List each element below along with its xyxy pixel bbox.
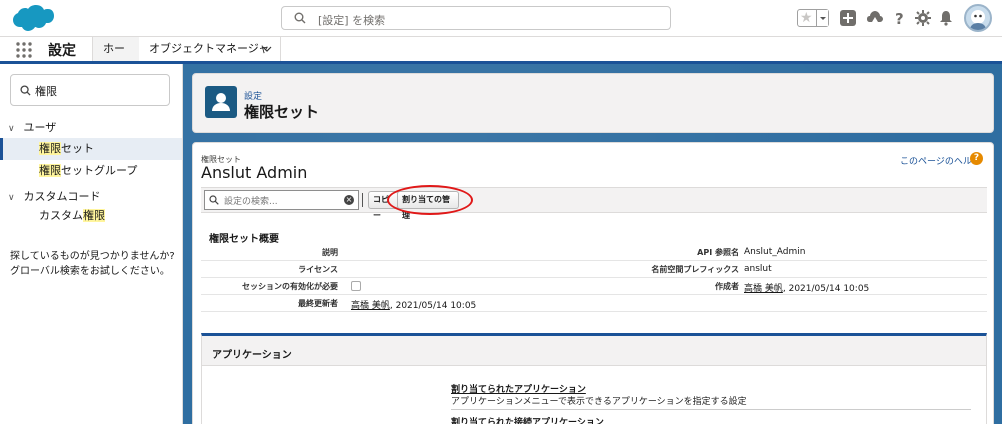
assigned-connected-apps-link[interactable]: 割り当てられた接続アプリケーション [451,415,604,424]
field-label: 作成者 [715,282,739,291]
field-value: anslut [744,264,772,274]
field-value: Anslut_Admin [744,247,806,257]
applications-header: アプリケーション [202,336,986,366]
sidebar-item-label: セット [61,142,94,155]
field-label: API 参照名 [697,248,739,257]
sidebar-item-label: カスタム [39,209,83,222]
tree-group-custom-code[interactable]: ∨ カスタムコード [8,188,101,204]
astro-avatar-icon [970,10,986,30]
user-avatar[interactable] [964,4,992,32]
app-name: 設定 [48,43,76,59]
user-link[interactable]: 高橋 美帆 [351,301,390,311]
quick-find-value: 権限 [35,85,57,98]
field-value: 高橋 美帆, 2021/05/14 10:05 [744,281,869,294]
search-icon [209,195,219,205]
add-icon[interactable] [840,10,856,26]
timestamp: , 2021/05/14 10:05 [782,284,870,294]
chevron-down-icon [820,17,826,20]
quick-find-input[interactable]: 権限 [10,74,170,106]
setup-sidebar: 権限 ∨ ユーザ 権限セット 権限セットグループ ∨ カスタムコード カスタム権… [0,64,183,424]
applications-title: アプリケーション [212,350,292,361]
sidebar-item-permission-sets[interactable]: 権限セット [0,138,182,160]
permission-set-toolbar: 設定の検索... × コピー 割り当ての管理 [201,185,987,220]
notifications-bell-icon[interactable] [938,10,954,26]
field-label: 名前空間プレフィックス [651,265,739,274]
tree-group-label: カスタムコード [23,190,101,203]
timestamp: , 2021/05/14 10:05 [389,301,477,311]
favorites-dropdown[interactable] [816,10,828,26]
not-found-line-2: グローバル検索をお試しください。 [10,266,170,277]
search-placeholder: [設定] を検索 [318,14,386,27]
settings-search-placeholder: 設定の検索... [224,197,278,207]
salesforce-logo[interactable] [10,4,54,34]
toolbar-divider [362,193,363,207]
page-title: 権限セット [244,103,320,121]
field-label: 説明 [322,248,338,257]
user-icon [205,86,237,118]
field-label: 最終更新者 [298,299,338,308]
divider [451,409,971,410]
user-link[interactable]: 高橋 美帆 [744,284,783,294]
sidebar-item-permission-set-groups[interactable]: 権限セットグループ [0,160,182,182]
field-label: セッションの有効化が必要 [242,282,338,291]
annotation-circle [387,185,473,215]
global-header: [設定] を検索 ★ ? [0,0,1002,37]
app-launcher-icon[interactable] [16,42,32,58]
favorites-star-icon[interactable]: ★ [800,10,813,26]
trailhead-icon[interactable] [867,10,883,26]
content-panel: 権限セット Anslut Admin このページのヘルプ ? 設定の検索... … [192,142,994,424]
global-search-input[interactable]: [設定] を検索 [281,6,671,30]
tab-object-manager[interactable]: オブジェクトマネージャ [139,37,281,61]
detail-row: 最終更新者 高橋 美帆, 2021/05/14 10:05 [201,295,987,312]
search-highlight: 権限 [39,142,61,155]
detail-row: セッションの有効化が必要 作成者 高橋 美帆, 2021/05/14 10:05 [201,278,987,295]
chevron-down-icon[interactable] [262,37,272,61]
record-name: Anslut Admin [201,163,308,182]
sidebar-item-label: セットグループ [61,164,138,177]
sidebar-item-custom-permissions[interactable]: カスタム権限 [0,205,182,227]
help-link[interactable]: このページのヘルプ [900,154,981,167]
chevron-down-icon[interactable]: ∨ [8,124,20,134]
field-label: ライセンス [298,265,338,274]
clear-icon[interactable]: × [344,195,354,205]
favorites-button-group[interactable]: ★ [797,9,829,27]
field-value: 高橋 美帆, 2021/05/14 10:05 [351,298,476,311]
app-navigation-bar: 設定 ホーム オブジェクトマネージャ [0,37,1002,79]
overview-title: 権限セット概要 [209,234,279,245]
detail-row: ライセンス 名前空間プレフィックス anslut [201,261,987,278]
search-highlight: 権限 [83,209,105,222]
tree-group-users[interactable]: ∨ ユーザ [8,119,56,135]
search-icon [294,12,306,24]
search-icon [20,85,31,96]
setup-gear-icon[interactable] [915,10,931,26]
help-icon[interactable]: ? [892,10,908,26]
tab-home[interactable]: ホーム [93,37,139,79]
page-header: 設定 権限セット [192,73,994,133]
not-found-hint: 探しているものが見つかりませんか? グローバル検索をお試しください。 [10,249,182,279]
help-icon[interactable]: ? [970,152,983,165]
tab-object-manager-label: オブジェクトマネージャ [149,42,270,55]
search-highlight: 権限 [39,164,61,177]
tree-group-label: ユーザ [23,121,57,134]
settings-search-input[interactable]: 設定の検索... × [204,190,359,210]
chevron-down-icon[interactable]: ∨ [8,193,20,203]
user-glyph-icon [212,93,230,111]
not-found-line-1: 探しているものが見つかりませんか? [10,251,175,262]
assigned-apps-description: アプリケーションメニューで表示できるアプリケーションを指定する設定 [451,397,747,407]
applications-section: アプリケーション 割り当てられたアプリケーション アプリケーションメニューで表示… [201,333,987,424]
svg-text:?: ? [895,10,904,26]
overview-detail-table: 説明 API 参照名 Anslut_Admin ライセンス 名前空間プレフィック… [201,244,987,312]
session-activation-checkbox [351,281,361,291]
detail-row: 説明 API 参照名 Anslut_Admin [201,244,987,261]
